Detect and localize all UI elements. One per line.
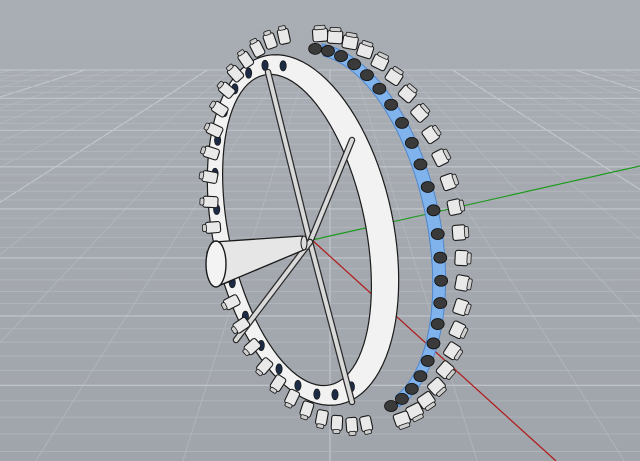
tread-socket	[434, 274, 449, 287]
grid-line	[0, 69, 208, 203]
tread-socket	[321, 45, 335, 57]
band-hole	[294, 379, 302, 391]
tread-socket	[426, 204, 441, 217]
tread-block	[199, 195, 219, 209]
cone-base	[205, 240, 227, 288]
grid-line	[550, 69, 640, 103]
tread-block	[311, 24, 329, 43]
grid-line	[0, 69, 159, 143]
tread-socket	[334, 50, 348, 62]
tread-block	[359, 415, 374, 435]
tread-socket	[347, 58, 362, 71]
tread-socket	[384, 98, 399, 111]
grid-line	[0, 69, 135, 124]
tread-top	[316, 423, 325, 429]
tread-socket	[395, 117, 409, 129]
tread-top	[199, 197, 205, 206]
tread-block	[326, 26, 344, 45]
tread-block	[299, 400, 315, 421]
tread-face	[454, 249, 469, 267]
tread-block	[454, 249, 472, 267]
tread-socket	[433, 251, 448, 264]
spoke-body	[308, 240, 354, 404]
viewport-canvas[interactable]	[0, 0, 640, 461]
tread-block	[454, 274, 473, 292]
band-hole	[275, 363, 283, 375]
tread-block	[370, 51, 390, 72]
spoke-body	[266, 70, 312, 244]
inner-band	[206, 54, 400, 406]
tread-block	[284, 388, 301, 409]
tread-top	[198, 171, 205, 180]
grid-line	[0, 69, 12, 74]
tread-block	[314, 409, 329, 429]
tread-socket	[413, 370, 428, 383]
tread-block	[397, 83, 418, 104]
tread-block	[330, 414, 344, 434]
tread-socket	[384, 400, 398, 412]
tread-block	[443, 341, 463, 361]
tread-block	[249, 38, 266, 58]
tread-top	[463, 226, 470, 238]
tread-face	[311, 27, 329, 43]
tread-block	[201, 220, 222, 234]
grid-line	[0, 69, 110, 110]
grid-line	[599, 69, 640, 83]
tread-socket	[430, 318, 445, 330]
tread-face	[201, 170, 219, 184]
tread-face	[204, 220, 222, 234]
grid-line	[624, 69, 640, 75]
tread-face	[451, 224, 467, 241]
cone-tip	[300, 235, 308, 251]
grid-line	[452, 69, 640, 191]
perspective-viewport[interactable]	[0, 0, 640, 461]
tread-block	[356, 40, 375, 60]
tread-face	[330, 414, 344, 432]
tread-face	[345, 416, 359, 434]
grid-line	[525, 69, 640, 116]
tread-block	[431, 148, 452, 168]
grid-line	[0, 69, 184, 168]
band-hole	[245, 67, 253, 79]
tread-socket	[404, 382, 419, 395]
tread-top	[201, 224, 208, 232]
tread-socket	[420, 355, 435, 367]
tread-block	[345, 416, 359, 437]
tread-socket	[404, 137, 419, 149]
tread-block	[452, 297, 472, 317]
grid-line	[501, 69, 640, 134]
tread-socket	[430, 228, 445, 240]
tread-socket	[413, 158, 428, 171]
tread-face	[314, 409, 329, 427]
tread-top	[348, 430, 357, 437]
tread-block	[446, 198, 466, 216]
tread-block	[421, 125, 442, 145]
tread-block	[448, 320, 469, 340]
tread-block	[451, 224, 470, 241]
tread-socket	[360, 69, 374, 82]
tread-top	[329, 26, 342, 33]
tread-face	[202, 195, 219, 209]
tread-face	[326, 29, 344, 45]
band-hole	[313, 388, 321, 400]
band-hole	[279, 60, 287, 72]
tread-block	[276, 25, 291, 45]
band-hole	[331, 389, 339, 401]
rim-inner-band[interactable]	[206, 54, 400, 406]
tread-top	[313, 24, 326, 31]
tread-block	[341, 31, 359, 51]
tread-socket	[420, 181, 435, 193]
tread-top	[332, 428, 341, 434]
tread-socket	[308, 42, 323, 55]
tread-socket	[372, 82, 387, 95]
tread-socket	[426, 337, 441, 350]
tread-block	[262, 29, 278, 50]
tread-top	[466, 252, 472, 265]
tread-socket	[395, 392, 409, 405]
tread-socket	[433, 297, 448, 309]
